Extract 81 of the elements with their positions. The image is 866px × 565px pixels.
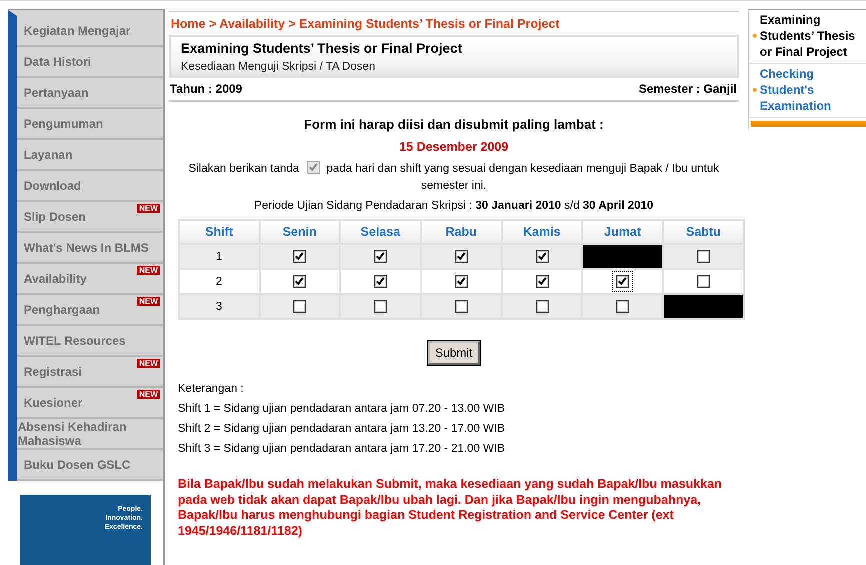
table-cell: 1 (180, 245, 258, 268)
checkbox[interactable] (616, 300, 630, 313)
sidebar-item[interactable]: Availability NEW (17, 264, 163, 295)
sidebar-item[interactable]: Pertanyaan (17, 78, 163, 109)
bullet-icon (753, 88, 757, 92)
column-header: Shift (180, 221, 258, 243)
deadline-date: 15 Desember 2009 (398, 140, 510, 154)
shift-note: Shift 3 = Sidang ujian pendadaran antara jam 17.20 - 21.00 WIB (178, 443, 506, 455)
menu-label: Kuesioner (24, 396, 83, 410)
table-cell: 2 (180, 270, 258, 293)
column-header: Kamis (502, 221, 582, 243)
menu-label: Slip Dosen (24, 210, 86, 224)
menu-label: Registrasi (24, 364, 82, 378)
column-header: Senin (260, 221, 340, 243)
warning-text: Bila Bapak/Ibu sudah melakukan Submit, maka kesediaan yang sudah Bapak/Ibu masukkan pada web tidak akan dapat Bapak/Ibu ubah lagi. Dan jika Bapak/Ibu ingin mengubahnya, Bapak/Ibu harus menghubungi bagian Student Registration and Service Center (ext 1945/1946/1181/1182) (178, 477, 723, 539)
menu-label: Data Histori (24, 54, 92, 68)
new-badge: NEW (137, 266, 160, 275)
checkbox[interactable] (536, 275, 549, 288)
sidebar-item[interactable]: WITEL Resources (17, 326, 163, 357)
column-header: Selasa (341, 221, 420, 243)
side-link[interactable]: Examining Students’ Thesis or Final Project (749, 10, 866, 64)
table-cell: 3 (180, 295, 258, 318)
checkbox[interactable] (293, 300, 306, 313)
shift-note: Shift 2 = Sidang ujian pendadaran antara jam 13.20 - 17.00 WIB (178, 423, 506, 435)
sidebar-item[interactable]: Penghargaan NEW (17, 295, 163, 326)
checkbox[interactable] (454, 250, 468, 263)
deadline-label: Form ini harap diisi dan disubmit paling lambat : (303, 117, 605, 132)
menu-label: WITEL Resources (24, 334, 126, 348)
checkbox[interactable] (374, 300, 388, 313)
checkbox[interactable] (374, 275, 388, 288)
new-badge: NEW (137, 204, 160, 213)
notes-title: Keterangan : (178, 383, 245, 395)
instruction-text: pada hari dan shift yang sesuai dengan kesediaan menguji Bapak / Ibu untuk semester ini. (326, 163, 720, 192)
sidebar-item[interactable]: Slip Dosen NEW (17, 202, 163, 233)
sidebar-item[interactable]: Kuesioner NEW (17, 388, 163, 419)
period-text: Periode Ujian Sidang Pendadaran Skripsi : 30 Januari 2010 s/d 30 April 2010 (253, 200, 655, 212)
sidebar-item[interactable]: Registrasi NEW (17, 357, 163, 388)
checkbox[interactable] (697, 250, 710, 263)
checkbox[interactable] (616, 275, 630, 288)
checkbox-icon (306, 161, 320, 174)
checkbox[interactable] (374, 250, 388, 263)
page-title: Examining Students’ Thesis or Final Project (181, 41, 464, 56)
menu-label: Buku Dosen GSLC (24, 458, 131, 472)
checkbox[interactable] (293, 275, 306, 288)
column-header: Rabu (422, 221, 501, 243)
checkbox[interactable] (293, 250, 306, 263)
sidebar-item[interactable]: Download (17, 171, 163, 202)
submit-button[interactable]: Submit (428, 341, 480, 365)
menu-label: Availability (24, 272, 87, 286)
semester-label: Semester : Ganjil (638, 82, 737, 96)
sidebar-item[interactable]: Layanan (17, 140, 163, 171)
year-label: Tahun : 2009 (170, 82, 242, 96)
instruction-text: Silakan berikan tanda (188, 163, 300, 175)
column-header: Jumat (583, 221, 662, 243)
menu-label: Kegiatan Mengajar (24, 24, 131, 38)
checkbox[interactable] (454, 300, 468, 313)
checkbox[interactable] (536, 250, 549, 263)
shift-note: Shift 1 = Sidang ujian pendadaran antara jam 07.20 - 13.00 WIB (178, 403, 506, 415)
menu-label: Absensi Kehadiran Mahasiswa (18, 420, 128, 448)
new-badge: NEW (137, 297, 160, 306)
new-badge: NEW (137, 390, 160, 399)
menu-label: Layanan (24, 148, 73, 162)
breadcrumb[interactable]: Home > Availability > Examining Students’ Thesis or Final Project (171, 17, 739, 31)
menu-label: Download (24, 178, 82, 192)
sidebar-item[interactable]: Absensi Kehadiran Mahasiswa (17, 419, 163, 450)
menu-label: Pengumuman (24, 116, 104, 130)
menu-label: Penghargaan (24, 302, 100, 316)
bullet-icon (753, 34, 757, 38)
sidebar-item[interactable]: Kegiatan Mengajar (17, 16, 163, 47)
menu-label: What's News In BLMS (24, 240, 149, 254)
menu-label: Pertanyaan (24, 86, 89, 100)
sidebar-item[interactable]: What's News In BLMS (17, 233, 163, 264)
checkbox[interactable] (697, 275, 710, 288)
new-badge: NEW (137, 359, 160, 368)
checkbox[interactable] (536, 300, 549, 313)
sidebar-item[interactable]: Pengumuman (17, 109, 163, 140)
checkbox[interactable] (454, 275, 468, 288)
column-header: Sabtu (664, 221, 743, 243)
page-subtitle: Kesediaan Menguji Skripsi / TA Dosen (181, 61, 377, 73)
sidebar-item[interactable]: Data Histori (17, 47, 163, 78)
side-link[interactable]: Checking Student's Examination (749, 64, 866, 118)
